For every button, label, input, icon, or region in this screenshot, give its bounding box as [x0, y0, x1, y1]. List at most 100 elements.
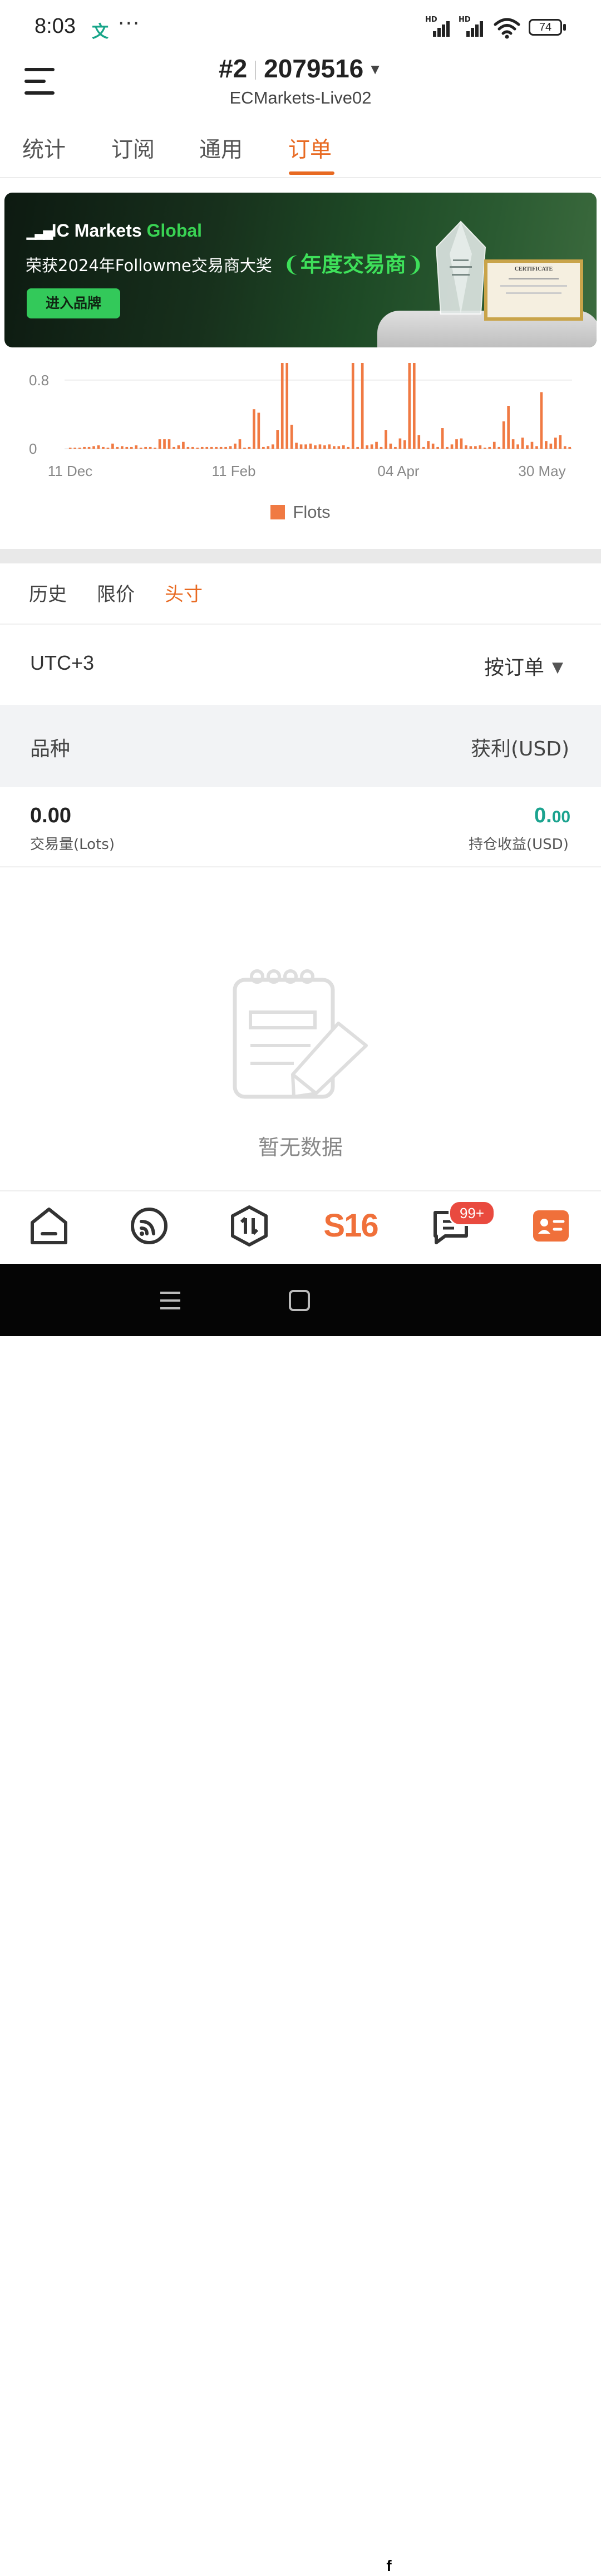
tab-limit[interactable]: 限价 [97, 579, 135, 606]
column-header-profit: 获利(USD) [471, 738, 570, 760]
pnl-label: 持仓收益(USD) [469, 836, 569, 853]
chart-bar [333, 446, 336, 449]
chart-bar [168, 439, 171, 449]
chart-bar [83, 446, 86, 449]
chart-bar [224, 446, 227, 449]
x-tick-label: 11 Feb [211, 463, 255, 479]
chart-bar [361, 363, 364, 449]
tab-positions[interactable]: 头寸 [165, 579, 203, 606]
chart-bar [408, 363, 411, 449]
chart-bar [507, 406, 510, 449]
ad-banner[interactable]: ▁▃▅IC Markets Global 荣获2024年Followme交易商大… [4, 193, 597, 347]
chart-bar [309, 443, 312, 449]
chart-bar [121, 446, 124, 449]
tab-subscriptions[interactable]: 订阅 [111, 133, 155, 164]
chart-bar [460, 438, 463, 449]
empty-notepad-icon [233, 969, 368, 1099]
chart-bar [182, 441, 185, 449]
chart-bar [177, 445, 180, 449]
chart-bar [446, 446, 449, 449]
chevron-down-icon: ▼ [368, 61, 382, 77]
chart-grid [65, 379, 572, 449]
chart-bar [125, 446, 129, 449]
chart-bar [398, 438, 402, 449]
account-server: ECMarkets-Live02 [229, 88, 372, 107]
chart-bar [545, 441, 548, 449]
brand-bars-icon: ▁▃▅ [27, 225, 53, 239]
chart-bar [370, 444, 373, 449]
chart-bar [163, 439, 166, 449]
chart-legend: Flots [0, 502, 601, 522]
chart-bar [200, 446, 204, 449]
chart-bar [248, 446, 251, 449]
chart-bar [149, 446, 152, 449]
sort-dropdown[interactable]: 按订单 ▼ [484, 651, 563, 680]
empty-state-text: 暂无数据 [258, 1135, 343, 1160]
chart-bar [375, 441, 378, 449]
chart-bar [431, 443, 435, 449]
tab-orders[interactable]: 订单 [288, 133, 332, 164]
account-id: 2079516 [264, 54, 364, 83]
chart-y-ticks: 0.80 [29, 372, 49, 457]
chart-bar [304, 444, 307, 449]
watermark-text: @Magic Yang FRM [401, 2551, 584, 2574]
chart-bar [234, 443, 237, 449]
chart-bar [469, 446, 472, 449]
chart-bar [559, 435, 562, 449]
chart-bar [276, 430, 279, 449]
chart-bar [318, 444, 322, 449]
hd-label: HD [459, 16, 471, 24]
chart-bar [535, 446, 538, 449]
divider [0, 866, 601, 867]
tab-statistics[interactable]: 统计 [22, 133, 66, 164]
status-time: 8:03 [35, 14, 76, 38]
chart-bar [412, 363, 416, 449]
chart-bar [385, 430, 387, 449]
x-tick-label: 30 May [518, 463, 565, 479]
chart-bar [139, 448, 142, 449]
system-nav-bar: f @Magic Yang FRM [0, 1264, 601, 2575]
battery-tip [563, 24, 566, 31]
brand-suffix: Global [146, 220, 203, 241]
chart-bar [511, 439, 515, 449]
banner-brand: ▁▃▅IC Markets Global [27, 220, 202, 241]
chart-bar [356, 446, 359, 449]
home-icon[interactable] [27, 1204, 71, 1248]
chart-bar [474, 446, 477, 449]
banner-cta-button[interactable]: 进入品牌 [27, 288, 120, 318]
feed-icon[interactable] [127, 1204, 171, 1248]
chart-bar [257, 413, 260, 449]
home-square-icon[interactable] [288, 1289, 311, 1312]
chart-bar [111, 443, 114, 449]
title-separator [255, 61, 257, 80]
chart-bar [427, 441, 430, 449]
signal-icon: HD [425, 16, 453, 37]
hd-label: HD [425, 16, 437, 24]
x-tick-label: 11 Dec [48, 463, 92, 479]
chart-bar [450, 444, 454, 449]
chart-bar [563, 446, 566, 449]
chart-bar [455, 439, 458, 449]
notification-badge: 99+ [449, 1200, 495, 1226]
chart-bar [394, 446, 397, 449]
tab-general[interactable]: 通用 [199, 133, 243, 164]
chart-bars [68, 363, 572, 449]
chart-bar [422, 446, 425, 449]
s16-logo[interactable]: S16 [323, 1204, 378, 1248]
tab-history[interactable]: 历史 [29, 579, 67, 606]
facebook-icon: f [380, 2556, 398, 2575]
chart-bar [497, 446, 501, 449]
chart-bar [549, 443, 553, 449]
chart-bar [417, 435, 421, 449]
chart-bar [271, 444, 274, 449]
recent-apps-icon[interactable] [159, 1291, 181, 1311]
trade-icon[interactable] [227, 1204, 272, 1248]
timezone-label[interactable]: UTC+3 [30, 651, 94, 675]
profile-card-icon[interactable] [529, 1204, 573, 1248]
chart-bar [135, 445, 138, 449]
legend-label: Flots [293, 502, 331, 522]
flots-bar-chart: 0.80 11 Dec 11 Feb 04 Apr 30 May [29, 363, 572, 479]
laurel-right-icon: ❩ [406, 252, 424, 277]
account-selector[interactable]: #2 2079516 ▼ [0, 53, 601, 84]
chart-bar [436, 446, 439, 449]
